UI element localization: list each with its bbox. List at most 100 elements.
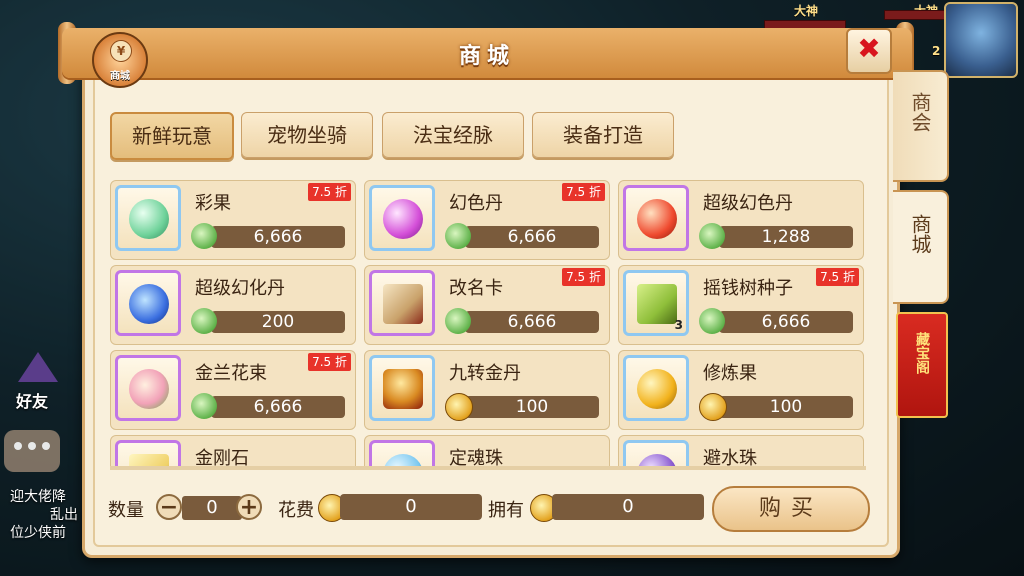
- tab-treasures-meridians[interactable]: 法宝经脉: [382, 112, 524, 158]
- jade-currency-icon: [445, 308, 471, 334]
- item-card[interactable]: 避水珠: [618, 435, 864, 468]
- discount-badge: 7.5 折: [562, 268, 605, 286]
- minus-icon: −: [159, 495, 179, 520]
- buy-button[interactable]: 购买: [712, 486, 870, 532]
- item-price: 6,666: [211, 396, 345, 418]
- item-price: 6,666: [465, 311, 599, 333]
- increase-quantity-button[interactable]: +: [236, 494, 262, 520]
- item-price: 6,666: [465, 226, 599, 248]
- side-tab-label: 商会: [908, 92, 932, 132]
- item-name: 超级幻化丹: [195, 278, 285, 299]
- item-name: 金刚石: [195, 448, 249, 468]
- side-tab-label: 藏宝阁: [914, 332, 930, 374]
- item-card[interactable]: 彩果 7.5 折 6,666: [110, 180, 356, 260]
- item-price: 6,666: [211, 226, 345, 248]
- item-card[interactable]: 定魂珠: [364, 435, 610, 468]
- item-card[interactable]: 修炼果 100: [618, 350, 864, 430]
- grid-bottom-edge: [110, 466, 866, 470]
- chat-dot-icon: [14, 442, 22, 450]
- jade-currency-icon: [191, 223, 217, 249]
- decrease-quantity-button[interactable]: −: [156, 494, 182, 520]
- item-icon-frame: [369, 270, 435, 336]
- transform-orb-icon: [129, 284, 169, 324]
- shop-badge-label: 商城: [110, 71, 130, 82]
- side-tab-shop[interactable]: 商城: [893, 190, 949, 304]
- item-icon-frame: [623, 185, 689, 251]
- item-price: 1,288: [719, 226, 853, 248]
- player-portrait[interactable]: [944, 2, 1018, 78]
- item-name: 幻色丹: [449, 193, 503, 214]
- discount-badge: 7.5 折: [562, 183, 605, 201]
- pill-icon: [637, 199, 677, 239]
- item-card[interactable]: 幻色丹 7.5 折 6,666: [364, 180, 610, 260]
- item-icon-frame: [115, 440, 181, 468]
- item-card[interactable]: 九转金丹 100: [364, 350, 610, 430]
- hud-bar-2: [884, 10, 946, 20]
- item-icon-frame: [369, 185, 435, 251]
- title-bar: 商城: [62, 28, 912, 78]
- item-icon-frame: [115, 185, 181, 251]
- item-card[interactable]: 金兰花束 7.5 折 6,666: [110, 350, 356, 430]
- purchase-bar: 数量 − 0 + 花费 0 拥有 0 购买: [96, 484, 876, 532]
- item-card[interactable]: 3 摇钱树种子 7.5 折 6,666: [618, 265, 864, 345]
- pill-icon: [383, 199, 423, 239]
- tab-equipment-forging[interactable]: 装备打造: [532, 112, 674, 158]
- scroll-icon: [383, 284, 423, 324]
- jade-currency-icon: [699, 223, 725, 249]
- item-price: 200: [211, 311, 345, 333]
- item-name: 彩果: [195, 193, 231, 214]
- side-tab-label: 商城: [908, 214, 932, 254]
- side-tab-commerce[interactable]: 商会: [893, 70, 949, 182]
- tab-label: 装备打造: [563, 123, 643, 147]
- chat-dot-icon: [42, 442, 50, 450]
- item-card[interactable]: 改名卡 7.5 折 6,666: [364, 265, 610, 345]
- item-icon-frame: [623, 440, 689, 468]
- discount-badge: 7.5 折: [308, 183, 351, 201]
- discount-badge: 7.5 折: [816, 268, 859, 286]
- item-quantity: 3: [674, 318, 683, 332]
- jade-currency-icon: [191, 393, 217, 419]
- item-name: 摇钱树种子: [703, 278, 793, 299]
- plus-icon: +: [239, 495, 259, 520]
- item-icon-frame: [115, 355, 181, 421]
- friends-hat-icon: [18, 352, 58, 382]
- close-icon: ✖: [857, 32, 881, 65]
- friends-label: 好友: [16, 392, 49, 411]
- chat-button[interactable]: [4, 430, 60, 472]
- item-price: 100: [719, 396, 853, 418]
- golden-fruit-icon: [637, 369, 677, 409]
- item-card[interactable]: 超级幻化丹 200: [110, 265, 356, 345]
- side-tab-treasure-pavilion[interactable]: 藏宝阁: [896, 312, 948, 418]
- tab-label: 宠物坐骑: [267, 123, 347, 147]
- quantity-label: 数量: [108, 500, 144, 521]
- item-icon-frame: [115, 270, 181, 336]
- hud-counter: 2: [932, 44, 941, 58]
- shop-badge-icon: ¥ 商城: [92, 32, 148, 88]
- item-name: 金兰花束: [195, 363, 267, 384]
- tab-pets-mounts[interactable]: 宠物坐骑: [241, 112, 373, 158]
- quantity-stepper[interactable]: 0: [182, 496, 242, 520]
- friends-button[interactable]: 好友: [6, 352, 66, 412]
- discount-badge: 7.5 折: [308, 353, 351, 371]
- item-icon-frame: [369, 440, 435, 468]
- owned-value: 0: [552, 494, 704, 520]
- item-name: 修炼果: [703, 363, 757, 384]
- seed-leaf-icon: [637, 284, 677, 324]
- chat-dot-icon: [28, 442, 36, 450]
- tab-novelties[interactable]: 新鲜玩意: [110, 112, 234, 160]
- item-icon-frame: [369, 355, 435, 421]
- page-title: 商城: [458, 44, 515, 69]
- tab-label: 新鲜玩意: [132, 124, 212, 148]
- cost-label: 花费: [278, 500, 314, 521]
- cost-value: 0: [340, 494, 482, 520]
- flower-bouquet-icon: [129, 369, 169, 409]
- item-name: 改名卡: [449, 278, 503, 299]
- item-price: 6,666: [719, 311, 853, 333]
- item-name: 定魂珠: [449, 448, 503, 468]
- item-price: 100: [465, 396, 599, 418]
- item-grid[interactable]: 彩果 7.5 折 6,666 幻色丹 7.5 折 6,666 超级幻色丹 1,2…: [110, 176, 866, 468]
- item-name: 超级幻色丹: [703, 193, 793, 214]
- item-card[interactable]: 金刚石: [110, 435, 356, 468]
- item-card[interactable]: 超级幻色丹 1,288: [618, 180, 864, 260]
- close-button[interactable]: ✖: [846, 28, 892, 74]
